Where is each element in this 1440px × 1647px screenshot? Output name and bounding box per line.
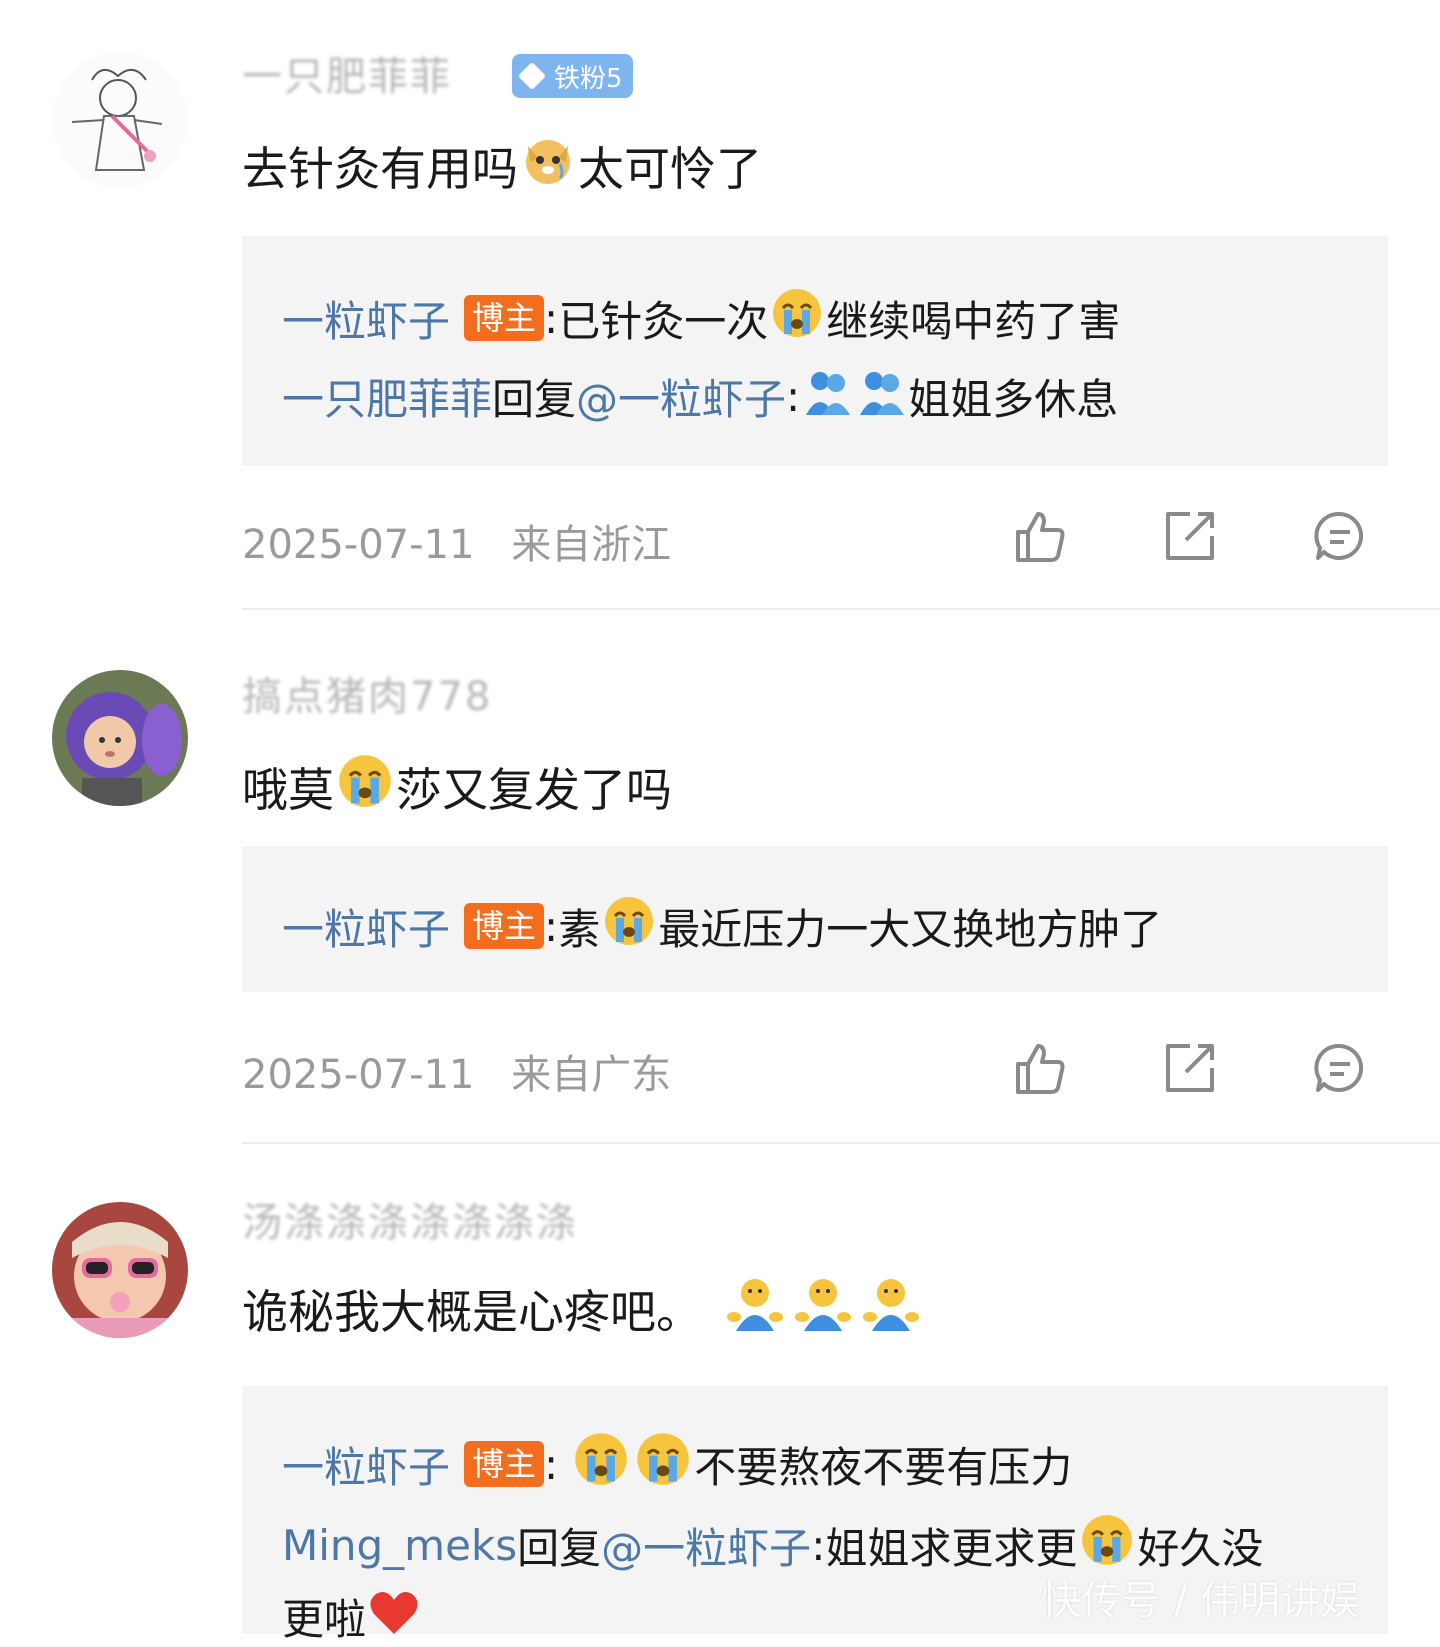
reply-text: 最近压力一大又换地方肿了 — [658, 904, 1163, 954]
mention-link[interactable]: @一粒虾子 — [576, 366, 786, 427]
reply-word: 回复 — [492, 375, 577, 424]
share-icon[interactable] — [1162, 508, 1218, 564]
comment-meta: 2025-07-11 来自浙江 — [242, 512, 671, 570]
fan-level-badge[interactable]: 铁粉5 — [512, 54, 633, 98]
reply-author-name[interactable]: 一粒虾子 — [282, 896, 450, 957]
comment-text-part: 莎又复发了吗 — [396, 762, 672, 817]
username[interactable]: 汤涤涤涤涤涤涤涤 — [242, 1190, 578, 1248]
reply-text: 不要熬夜不要有压力 — [694, 1442, 1073, 1492]
avatar[interactable] — [52, 52, 188, 188]
divider — [242, 608, 1440, 610]
reply-line: 更啦 — [282, 1586, 422, 1647]
comment-icon[interactable] — [1312, 1040, 1368, 1096]
crying-dog-emoji-icon — [520, 132, 576, 199]
crying-face-emoji-icon — [572, 1430, 630, 1498]
comment-text: 诡秘我大概是心疼吧。 — [242, 1276, 922, 1342]
like-icon[interactable] — [1012, 508, 1068, 564]
reply-text: 好久没 — [1137, 1523, 1264, 1573]
reply-text: 已针灸一次 — [558, 296, 769, 346]
fan-level-label: 铁粉5 — [554, 63, 623, 94]
watermark-text: 快传号 / 伟明讲娱 — [1041, 1578, 1360, 1624]
avatar[interactable] — [52, 670, 188, 806]
hug-emoji-icon — [794, 1277, 852, 1342]
mention-link[interactable]: @一粒虾子 — [601, 1515, 811, 1576]
comment-date: 2025-07-11 — [242, 522, 475, 568]
crying-face-emoji-icon — [770, 286, 824, 350]
diamond-icon — [517, 61, 547, 91]
comment-icon[interactable] — [1312, 508, 1368, 564]
avatar-sketch-girl-image — [52, 52, 188, 188]
reply-preview-box[interactable]: 一粒虾子 博主 : 已针灸一次 继续喝中药了害 一只肥菲菲 回复 @一粒虾子 : — [242, 236, 1388, 466]
comment-text-part: 哦莫 — [242, 762, 334, 817]
comment-text: 哦莫 莎又复发了吗 — [242, 752, 672, 821]
comment-date: 2025-07-11 — [242, 1052, 475, 1098]
avatar-girl-pink-sunglasses-image — [52, 1202, 188, 1338]
reply-line: 一粒虾子 博主 : 不要熬夜不要有压力 — [282, 1430, 1072, 1498]
host-badge: 博主 — [464, 903, 545, 949]
comment-text-part: 去针灸有用吗 — [242, 141, 518, 196]
reply-line: 一只肥菲菲 回复 @一粒虾子 : 姐姐多休息 — [282, 366, 1118, 427]
divider — [242, 1142, 1440, 1144]
reply-text: 姐姐求更求更 — [825, 1523, 1078, 1573]
host-badge: 博主 — [464, 1441, 545, 1487]
comment-text: 去针灸有用吗 太可怜了 — [242, 132, 762, 199]
reply-text: 继续喝中药了害 — [826, 296, 1121, 346]
reply-text: 更啦 — [282, 1595, 367, 1644]
reply-preview-box[interactable]: 一粒虾子 博主 : 素 最近压力一大又换地方肿了 — [242, 846, 1388, 992]
reply-separator: : — [544, 293, 559, 343]
reply-text: 姐姐多休息 — [908, 375, 1119, 424]
hug-emoji-icon — [802, 367, 852, 427]
reply-separator: : — [811, 1520, 826, 1570]
like-icon[interactable] — [1012, 1040, 1068, 1096]
avatar[interactable] — [52, 1202, 188, 1338]
comment-location: 来自浙江 — [511, 522, 672, 568]
hug-emoji-icon — [726, 1277, 784, 1342]
hug-emoji-icon — [856, 367, 906, 427]
reply-author-name[interactable]: 一粒虾子 — [282, 288, 450, 349]
comment-text-part: 诡秘我大概是心疼吧。 — [242, 1285, 702, 1339]
hug-emoji-icon — [862, 1277, 920, 1342]
username[interactable]: 搞点猪肉778 — [242, 664, 492, 722]
host-badge: 博主 — [464, 295, 545, 341]
reply-separator: : — [544, 901, 559, 951]
reply-line: 一粒虾子 博主 : 素 最近压力一大又换地方肿了 — [282, 894, 1162, 958]
reply-text: 素 — [558, 904, 601, 954]
reply-word: 回复 — [517, 1523, 602, 1573]
reply-line: 一粒虾子 博主 : 已针灸一次 继续喝中药了害 — [282, 286, 1120, 350]
share-icon[interactable] — [1162, 1040, 1218, 1096]
crying-face-emoji-icon — [634, 1430, 692, 1498]
heart-emoji-icon — [368, 1588, 420, 1646]
reply-author-name[interactable]: Ming_meks — [282, 1521, 517, 1570]
reply-separator: : — [786, 372, 801, 421]
avatar-baby-purple-hood-image — [52, 670, 188, 806]
comment-text-part: 太可怜了 — [578, 141, 762, 196]
reply-author-name[interactable]: 一粒虾子 — [282, 1434, 450, 1495]
comment-location: 来自广东 — [511, 1052, 672, 1098]
crying-face-emoji-icon — [602, 894, 656, 958]
reply-separator: : — [544, 1439, 559, 1489]
comment-meta: 2025-07-11 来自广东 — [242, 1042, 671, 1100]
username[interactable]: 一只肥菲菲 — [242, 44, 452, 102]
reply-author-name[interactable]: 一只肥菲菲 — [282, 366, 492, 427]
crying-face-emoji-icon — [336, 752, 394, 821]
